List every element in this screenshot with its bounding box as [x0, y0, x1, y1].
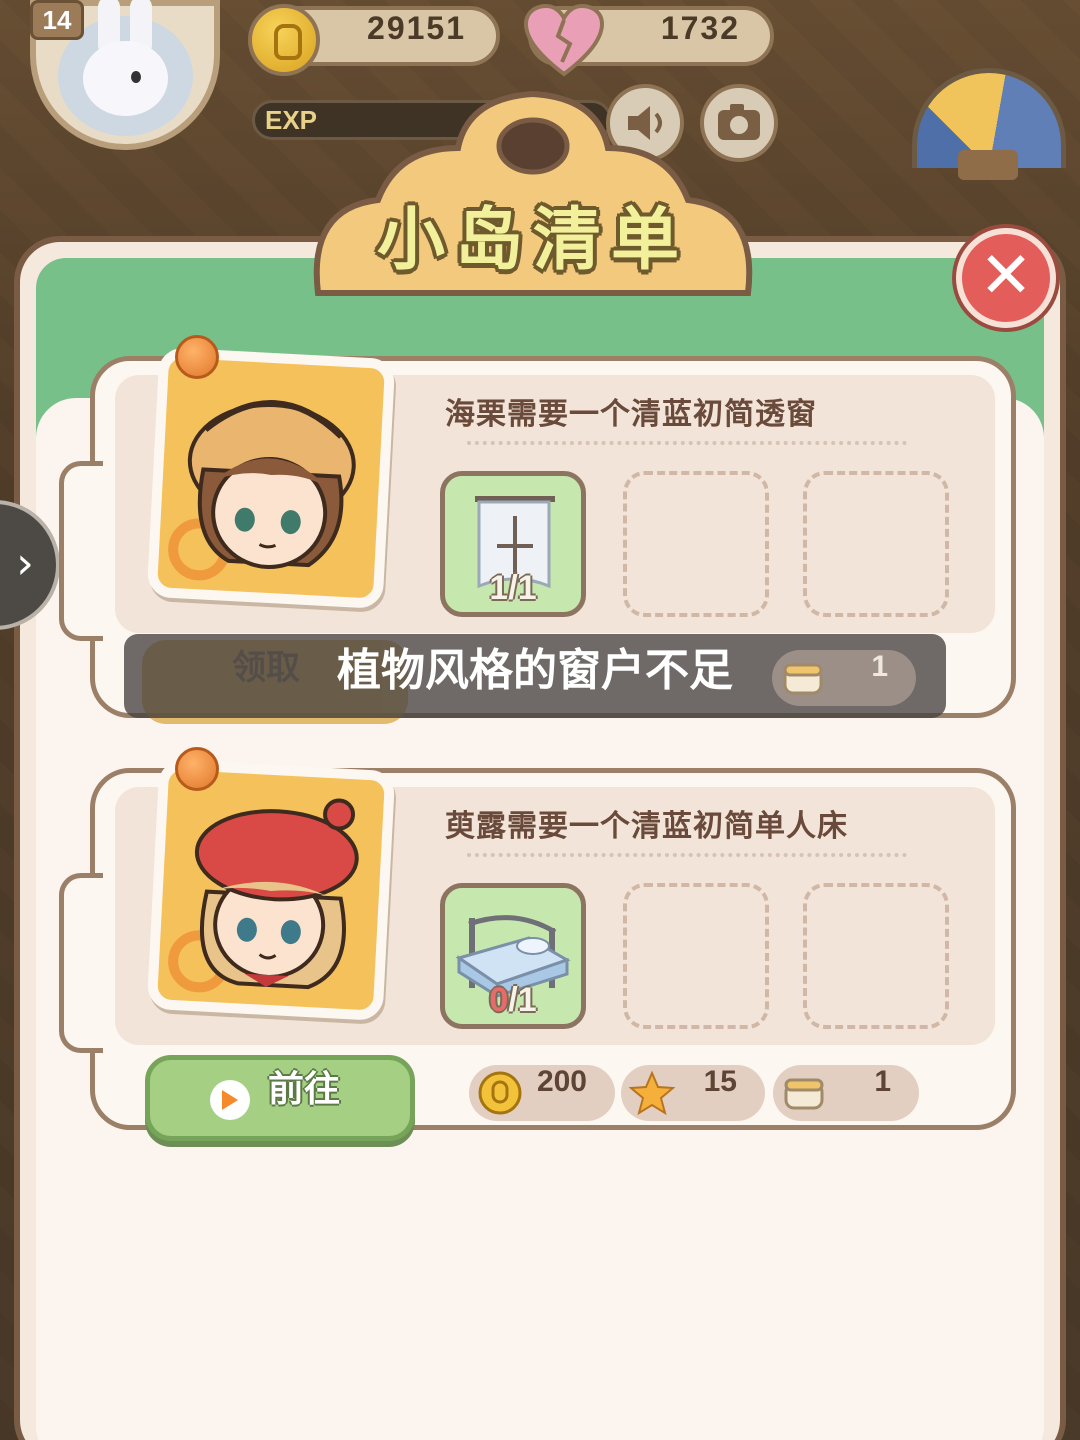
reward-star: 15 [621, 1065, 765, 1121]
bento-box-icon [784, 1078, 824, 1110]
slot-progress: 1/1 [489, 569, 537, 607]
reward-amount: 1 [874, 1065, 891, 1098]
gauge-base [958, 150, 1018, 180]
reward-bento: 1 [773, 1065, 919, 1121]
panel-title: 小岛清单 [376, 201, 689, 280]
npc-portrait-yulu [146, 758, 396, 1022]
reward-amount: 200 [536, 1065, 587, 1098]
task-description: 海栗需要一个清蓝初简透窗 [445, 397, 817, 432]
npc-portrait-haili [146, 346, 396, 610]
broken-heart-icon [523, 3, 605, 77]
character-yulu-icon [168, 798, 359, 993]
bento-box-icon [783, 663, 823, 695]
dotted-divider [467, 853, 907, 857]
bunny-face [83, 41, 168, 116]
dotted-divider [467, 441, 907, 445]
level-badge: 14 [30, 0, 84, 40]
coin-value: 29151 [367, 10, 466, 46]
arrow-right-icon [210, 1080, 250, 1120]
task-description: 萸露需要一个清蓝初简单人床 [445, 809, 848, 844]
star-icon [629, 1070, 675, 1116]
coin-counter[interactable]: 29151 [248, 4, 500, 76]
bunny-eye [131, 71, 141, 83]
item-slot-empty [803, 883, 949, 1029]
bunny-coin-icon [478, 1071, 522, 1115]
heart-counter[interactable]: 1732 [523, 3, 774, 77]
reward-amount: 1 [871, 650, 888, 683]
item-slot-empty [623, 471, 769, 617]
card-side-tab [59, 461, 103, 641]
reward-bento: 1 [772, 650, 916, 706]
go-button[interactable]: 前往 [145, 1055, 415, 1141]
bunny-coin-icon [248, 4, 320, 76]
item-slot-empty [803, 471, 949, 617]
close-button[interactable]: ✕ [956, 228, 1056, 328]
slot-progress: 0/1 [489, 981, 537, 1019]
task-card: 萸露需要一个清蓝初简单人床 0/1 前往 200 15 1 [59, 747, 1016, 1141]
reward-amount: 15 [703, 1065, 737, 1098]
title-plaque: 小岛清单 [288, 88, 778, 298]
item-slot-empty [623, 883, 769, 1029]
item-slot-filled[interactable]: 0/1 [440, 883, 586, 1029]
pushpin-icon [175, 747, 219, 791]
go-button-label: 前往 [268, 1069, 341, 1110]
pushpin-icon [175, 335, 219, 379]
item-slot-filled[interactable]: 1/1 [440, 471, 586, 617]
reward-coin: 200 [469, 1065, 615, 1121]
heart-value: 1732 [660, 10, 740, 46]
card-side-tab [59, 873, 103, 1053]
character-haili-icon [168, 400, 356, 581]
